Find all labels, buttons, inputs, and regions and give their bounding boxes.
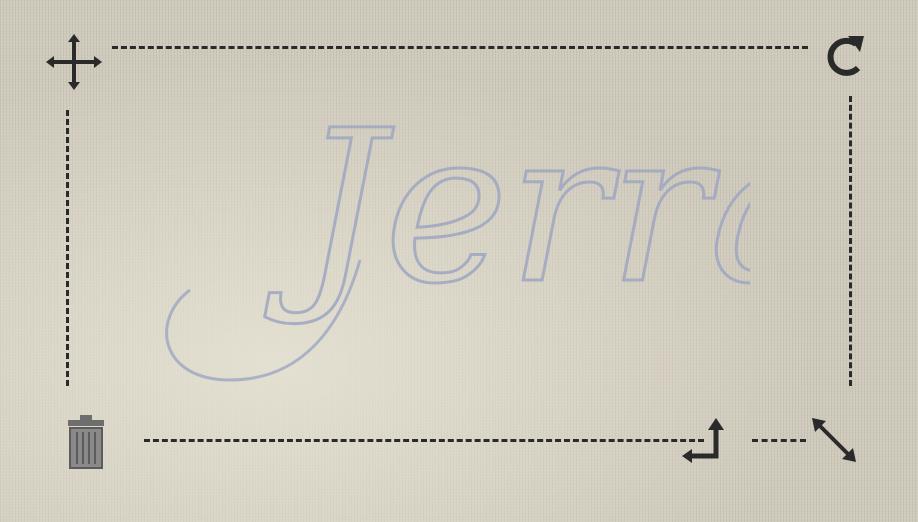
delete-handle[interactable] xyxy=(58,412,114,472)
scale-handle[interactable] xyxy=(806,412,862,468)
selection-edge-bottom xyxy=(144,439,704,442)
selection-edge-right xyxy=(849,96,852,386)
selection-edge-bottom-right xyxy=(752,439,806,442)
rotate-icon xyxy=(827,36,864,76)
trash-icon xyxy=(68,415,104,469)
stretch-arrow-icon xyxy=(682,418,724,463)
rotate-handle[interactable] xyxy=(812,26,872,86)
selection-edge-top xyxy=(112,46,808,49)
selection-edge-left xyxy=(66,110,69,386)
diagonal-resize-icon xyxy=(812,418,856,462)
move-arrows-icon xyxy=(46,34,102,90)
move-handle[interactable] xyxy=(44,32,104,92)
selection-box xyxy=(66,46,852,442)
signature-canvas: Jerrai xyxy=(0,0,918,522)
stretch-handle[interactable] xyxy=(678,414,738,466)
